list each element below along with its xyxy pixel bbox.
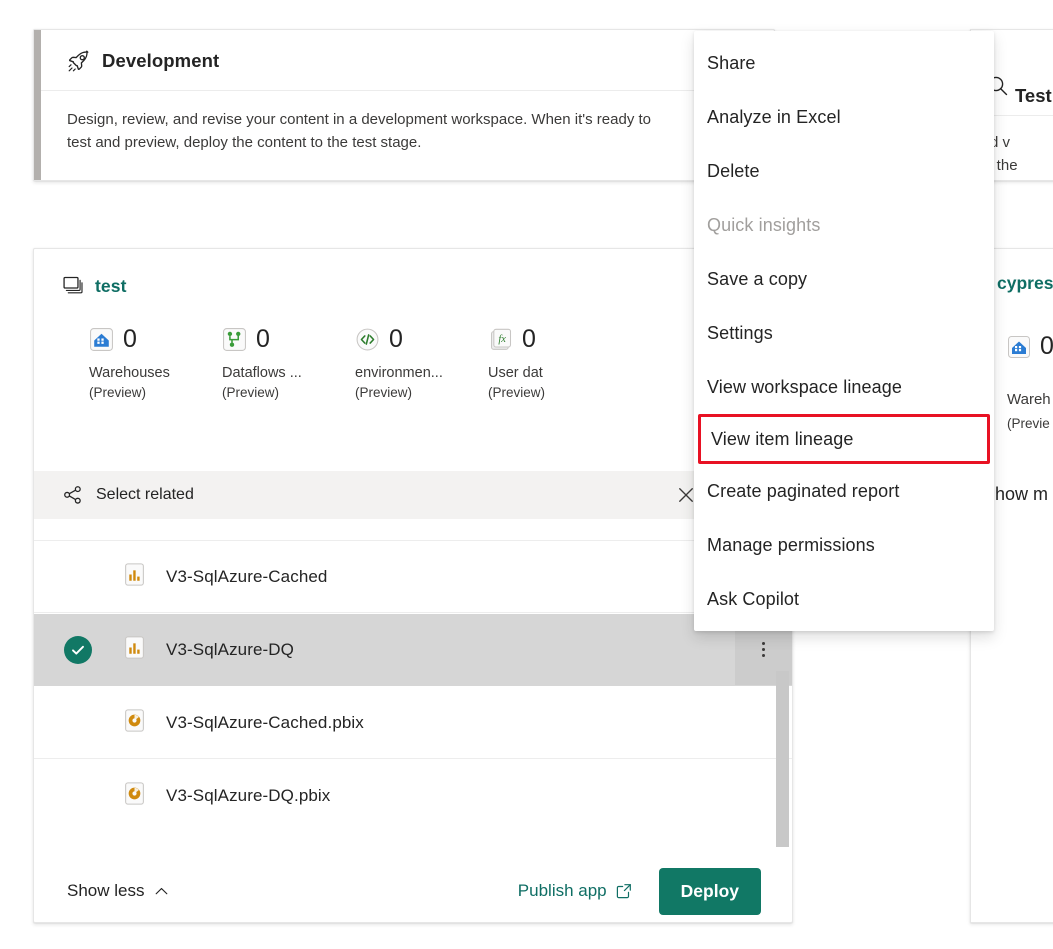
deploy-button[interactable]: Deploy bbox=[659, 868, 761, 915]
report-icon bbox=[122, 519, 147, 520]
development-stage-title-row: Development bbox=[41, 30, 774, 91]
item-context-menu: Share Analyze in Excel Delete Quick insi… bbox=[694, 31, 994, 631]
neighbor-stat-label: Wareh bbox=[1007, 391, 1051, 408]
environment-icon bbox=[355, 327, 380, 352]
neighbor-note: how m bbox=[995, 484, 1048, 505]
neighbor-stat-warehouses: 0 bbox=[1007, 332, 1053, 361]
semantic-model-icon bbox=[122, 781, 147, 811]
development-stage-header-card: Development Design, review, and revise y… bbox=[33, 29, 775, 181]
workspace-icon bbox=[61, 275, 84, 298]
menu-item-delete[interactable]: Delete bbox=[694, 144, 994, 198]
menu-item-quick-insights: Quick insights bbox=[694, 198, 994, 252]
stage-accent-bar bbox=[34, 30, 41, 180]
workspace-stats-row: 0 Warehouses (Preview) 0 Dataflows ... (… bbox=[34, 298, 792, 400]
list-item[interactable]: V3-SqlAzure-Cached.pbix bbox=[34, 687, 792, 759]
select-related-label: Select related bbox=[96, 486, 194, 504]
stat-label: User dat bbox=[488, 365, 606, 381]
chevron-up-icon bbox=[153, 883, 170, 900]
stat-label: Warehouses bbox=[89, 365, 207, 381]
semantic-model-icon bbox=[122, 708, 147, 738]
more-vertical-icon bbox=[762, 639, 766, 660]
warehouse-icon bbox=[89, 327, 114, 352]
stat-label: Dataflows ... bbox=[222, 365, 340, 381]
item-checkbox-checked[interactable] bbox=[64, 636, 122, 664]
development-stage-title: Development bbox=[102, 50, 219, 72]
stat-preview-tag: (Preview) bbox=[488, 385, 621, 400]
menu-item-share[interactable]: Share bbox=[694, 36, 994, 90]
menu-item-manage-permissions[interactable]: Manage permissions bbox=[694, 518, 994, 572]
item-name: V3-SqlAzure-DQ bbox=[166, 640, 294, 660]
list-scrollbar-thumb[interactable] bbox=[776, 671, 789, 847]
stat-user-data-functions: fx 0 User dat (Preview) bbox=[488, 327, 621, 400]
stat-count: 0 bbox=[123, 327, 137, 352]
stat-count: 0 bbox=[522, 327, 536, 352]
show-less-label: Show less bbox=[67, 881, 144, 901]
list-item-selected[interactable]: V3-SqlAzure-DQ bbox=[34, 614, 792, 686]
list-item[interactable]: V3-SqlAzure-DQ.pbix bbox=[34, 760, 792, 832]
menu-item-analyze-in-excel[interactable]: Analyze in Excel bbox=[694, 90, 994, 144]
menu-item-view-workspace-lineage[interactable]: View workspace lineage bbox=[694, 360, 994, 414]
open-in-new-icon bbox=[615, 882, 633, 900]
stat-preview-tag: (Preview) bbox=[355, 385, 488, 400]
select-related-toolbar: Select related 1 s bbox=[34, 471, 792, 519]
publish-app-button[interactable]: Publish app bbox=[518, 881, 633, 901]
item-name: V3-SqlAzure-DQ.pbix bbox=[166, 786, 330, 806]
neighbor-stat-count: 0 bbox=[1040, 332, 1053, 361]
svg-text:fx: fx bbox=[498, 334, 506, 345]
rocket-icon bbox=[67, 49, 91, 73]
workspace-header: test bbox=[34, 249, 792, 298]
menu-item-save-a-copy[interactable]: Save a copy bbox=[694, 252, 994, 306]
stat-count: 0 bbox=[389, 327, 403, 352]
development-stage-body-card: test 0 Warehouses (Preview) bbox=[33, 248, 793, 923]
test-stage-title: Test bbox=[1015, 85, 1052, 107]
development-stage-description: Design, review, and revise your content … bbox=[41, 91, 677, 154]
user-function-icon: fx bbox=[488, 327, 513, 352]
report-icon bbox=[122, 635, 147, 665]
deployment-item-list: V3-SqlAzure-DQ V3-SqlAzure-Cached bbox=[34, 519, 792, 846]
list-item[interactable]: V3-SqlAzure-Cached bbox=[34, 541, 792, 613]
stat-environments: 0 environmen... (Preview) bbox=[355, 327, 488, 400]
list-item[interactable]: V3-SqlAzure-DQ bbox=[34, 519, 792, 541]
neighbor-workspace-name[interactable]: cypres bbox=[997, 273, 1053, 294]
workspace-name[interactable]: test bbox=[95, 276, 127, 297]
menu-item-create-paginated-report[interactable]: Create paginated report bbox=[694, 464, 994, 518]
stat-count: 0 bbox=[256, 327, 270, 352]
stat-preview-tag: (Preview) bbox=[89, 385, 222, 400]
menu-item-settings[interactable]: Settings bbox=[694, 306, 994, 360]
publish-app-label: Publish app bbox=[518, 881, 607, 901]
item-name: V3-SqlAzure-Cached bbox=[166, 567, 328, 587]
select-related-button[interactable]: Select related bbox=[62, 484, 194, 506]
stage-footer: Show less Publish app Deploy bbox=[34, 861, 792, 921]
neighbor-stat-preview: (Previe bbox=[1007, 416, 1050, 431]
stat-preview-tag: (Preview) bbox=[222, 385, 355, 400]
footer-actions: Publish app Deploy bbox=[518, 868, 761, 915]
checkmark-icon bbox=[64, 636, 92, 664]
dataflow-icon bbox=[222, 327, 247, 352]
item-name: V3-SqlAzure-Cached.pbix bbox=[166, 713, 364, 733]
stat-label: environmen... bbox=[355, 365, 473, 381]
close-icon[interactable] bbox=[676, 485, 696, 505]
report-icon bbox=[122, 562, 147, 592]
show-less-button[interactable]: Show less bbox=[67, 881, 170, 901]
stat-dataflows: 0 Dataflows ... (Preview) bbox=[222, 327, 355, 400]
share-nodes-icon bbox=[62, 484, 84, 506]
warehouse-icon bbox=[1007, 335, 1031, 359]
stat-warehouses: 0 Warehouses (Preview) bbox=[89, 327, 222, 400]
menu-item-ask-copilot[interactable]: Ask Copilot bbox=[694, 572, 994, 626]
menu-item-view-item-lineage[interactable]: View item lineage bbox=[698, 414, 990, 464]
